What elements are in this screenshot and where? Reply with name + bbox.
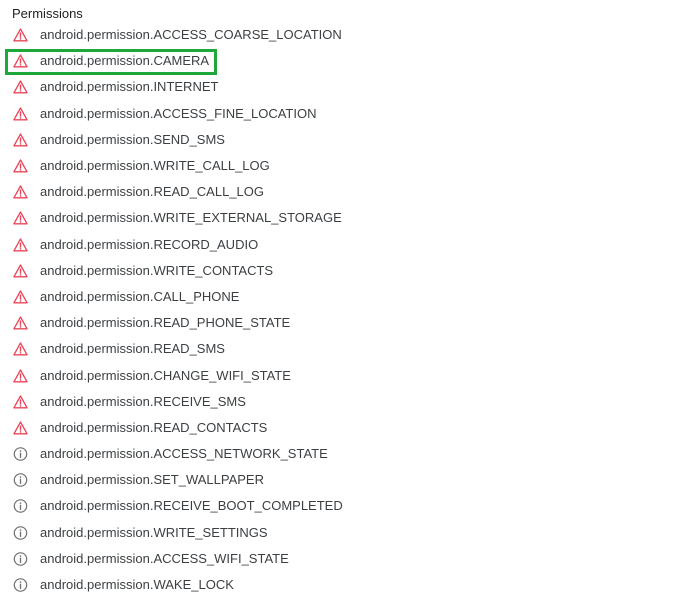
permission-row: android.permission.READ_PHONE_STATE [0, 310, 674, 336]
permission-row: android.permission.RECEIVE_BOOT_COMPLETE… [0, 493, 674, 519]
info-icon [13, 551, 28, 566]
info-icon [13, 525, 28, 540]
warning-icon [13, 159, 28, 174]
info-icon [13, 578, 28, 593]
permission-label: android.permission.ACCESS_NETWORK_STATE [40, 446, 328, 462]
permission-row: android.permission.WRITE_CALL_LOG [0, 153, 674, 179]
permission-label: android.permission.CALL_PHONE [40, 288, 240, 304]
permission-label: android.permission.READ_CONTACTS [40, 419, 268, 435]
permission-row: android.permission.CAMERA [0, 48, 674, 74]
permission-row: android.permission.ACCESS_FINE_LOCATION [0, 101, 674, 127]
warning-icon [13, 211, 28, 226]
permission-label: android.permission.WAKE_LOCK [40, 577, 234, 593]
warning-icon [13, 316, 28, 331]
permission-label: android.permission.RECEIVE_BOOT_COMPLETE… [40, 498, 343, 514]
permission-label: android.permission.WRITE_SETTINGS [40, 524, 268, 540]
permission-row: android.permission.INTERNET [0, 74, 674, 100]
info-icon [13, 499, 28, 514]
warning-icon [13, 237, 28, 252]
warning-icon [13, 106, 28, 121]
warning-icon [13, 420, 28, 435]
permission-row: android.permission.CALL_PHONE [0, 284, 674, 310]
permission-label: android.permission.WRITE_EXTERNAL_STORAG… [40, 210, 342, 226]
permission-row: android.permission.SET_WALLPAPER [0, 467, 674, 493]
warning-icon [13, 368, 28, 383]
permission-label: android.permission.READ_PHONE_STATE [40, 315, 291, 331]
permission-row: android.permission.CHANGE_WIFI_STATE [0, 362, 674, 388]
permission-row: android.permission.ACCESS_NETWORK_STATE [0, 441, 674, 467]
warning-icon [13, 80, 28, 95]
warning-icon [13, 289, 28, 304]
permission-label: android.permission.WRITE_CONTACTS [40, 262, 274, 278]
permission-row: android.permission.WAKE_LOCK [0, 572, 674, 598]
permission-label: android.permission.READ_CALL_LOG [40, 184, 264, 200]
permission-row: android.permission.RECEIVE_SMS [0, 389, 674, 415]
permission-row: android.permission.WRITE_EXTERNAL_STORAG… [0, 205, 674, 231]
permission-row: android.permission.ACCESS_WIFI_STATE [0, 546, 674, 572]
permission-label: android.permission.CHANGE_WIFI_STATE [40, 367, 291, 383]
permission-label: android.permission.ACCESS_WIFI_STATE [40, 550, 289, 566]
permission-label: android.permission.SET_WALLPAPER [40, 472, 264, 488]
permission-label: android.permission.RECORD_AUDIO [40, 236, 259, 252]
permission-row: android.permission.READ_CONTACTS [0, 415, 674, 441]
permission-label: android.permission.ACCESS_FINE_LOCATION [40, 105, 317, 121]
permission-row: android.permission.RECORD_AUDIO [0, 232, 674, 258]
info-icon [13, 473, 28, 488]
warning-icon [13, 132, 28, 147]
permissions-panel: Permissions android.permission.ACCESS_CO… [0, 0, 674, 599]
warning-icon [13, 342, 28, 357]
permission-label: android.permission.ACCESS_COARSE_LOCATIO… [40, 27, 342, 43]
permissions-list: android.permission.ACCESS_COARSE_LOCATIO… [0, 22, 674, 598]
permission-row: android.permission.WRITE_SETTINGS [0, 520, 674, 546]
permission-label: android.permission.RECEIVE_SMS [40, 393, 246, 409]
permission-label: android.permission.READ_SMS [40, 341, 225, 357]
warning-icon [13, 54, 28, 69]
info-icon [13, 447, 28, 462]
permission-row: android.permission.READ_SMS [0, 336, 674, 362]
permission-row: android.permission.SEND_SMS [0, 127, 674, 153]
permission-label: android.permission.SEND_SMS [40, 131, 225, 147]
warning-icon [13, 263, 28, 278]
permission-label: android.permission.INTERNET [40, 79, 219, 95]
permission-label: android.permission.WRITE_CALL_LOG [40, 158, 270, 174]
permission-label: android.permission.CAMERA [40, 53, 210, 69]
warning-icon [13, 28, 28, 43]
permission-row: android.permission.ACCESS_COARSE_LOCATIO… [0, 22, 674, 48]
warning-icon [13, 185, 28, 200]
permission-row: android.permission.READ_CALL_LOG [0, 179, 674, 205]
permission-row: android.permission.WRITE_CONTACTS [0, 258, 674, 284]
warning-icon [13, 394, 28, 409]
permissions-section-title: Permissions [12, 6, 83, 21]
